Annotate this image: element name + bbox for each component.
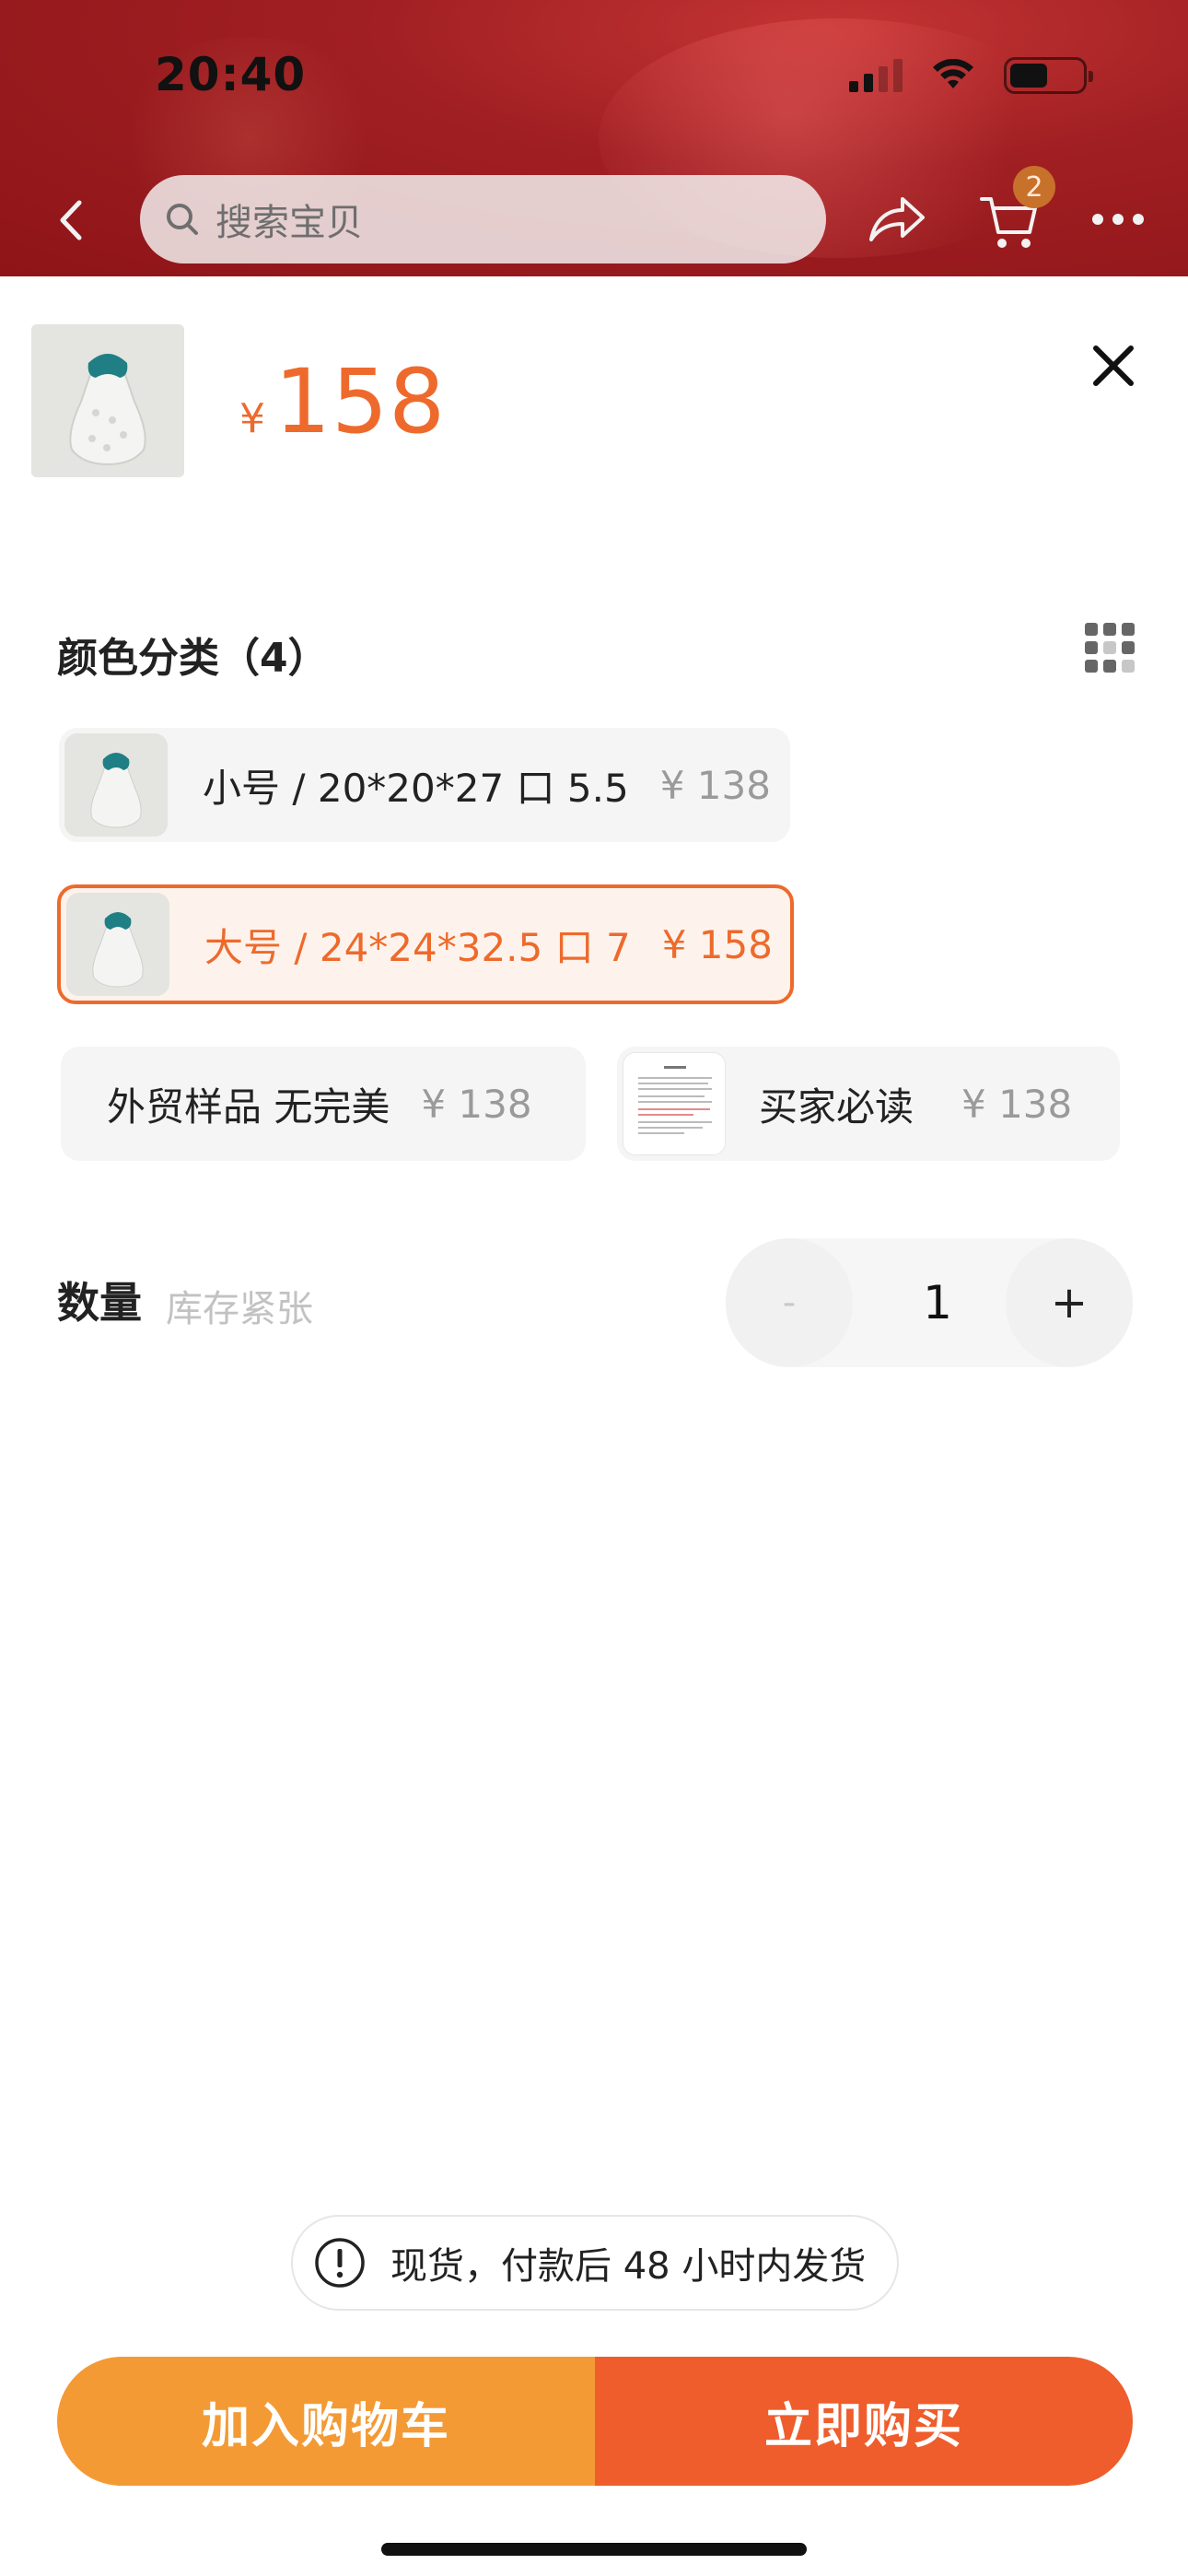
decrement-button[interactable]: - — [726, 1238, 853, 1367]
add-to-cart-button[interactable]: 加入购物车 — [57, 2357, 595, 2486]
action-buttons: 加入购物车 立即购买 — [57, 2357, 1133, 2486]
back-arrow-icon[interactable] — [53, 197, 90, 243]
sku-thumbnail — [66, 893, 169, 996]
quantity-label: 数量 — [57, 1278, 142, 1328]
currency-symbol: ¥ — [239, 395, 265, 442]
sku-option-small[interactable]: 小号 / 20*20*27 口 5.5 ¥ 138 — [59, 728, 790, 842]
vase-image — [31, 324, 184, 477]
grid-view-icon[interactable] — [1085, 623, 1135, 673]
sku-name: 大号 / 24*24*32.5 口 7 — [204, 924, 631, 970]
top-header: 20:40 搜索宝贝 2 — [0, 0, 1188, 276]
status-icons — [849, 57, 1093, 94]
alert-icon — [315, 2238, 365, 2288]
cart-count-badge: 2 — [1013, 166, 1055, 208]
quantity-stepper: - 1 + — [726, 1238, 1133, 1367]
price-value: 158 — [274, 350, 447, 453]
sku-option-sample[interactable]: 外贸样品 无完美 ¥ 138 — [61, 1047, 586, 1161]
sku-price: ¥ 158 — [661, 921, 773, 967]
buy-now-button[interactable]: 立即购买 — [595, 2357, 1133, 2486]
stock-hint: 库存紧张 — [166, 1288, 313, 1330]
sku-thumbnail — [64, 733, 168, 837]
search-bar[interactable]: 搜索宝贝 — [140, 175, 826, 263]
increment-button[interactable]: + — [1006, 1238, 1133, 1367]
quantity-value[interactable]: 1 — [901, 1238, 974, 1367]
sku-price: ¥ 138 — [421, 1081, 532, 1127]
search-placeholder: 搜索宝贝 — [215, 202, 363, 244]
sku-option-buyer-notice[interactable]: 买家必读 ¥ 138 — [617, 1047, 1120, 1161]
wifi-icon — [933, 59, 973, 88]
sku-name: 买家必读 — [759, 1083, 914, 1130]
sku-price: ¥ 138 — [659, 762, 771, 808]
close-icon[interactable] — [1089, 341, 1138, 391]
color-category-title: 颜色分类（4） — [57, 635, 329, 682]
sku-option-large[interactable]: 大号 / 24*24*32.5 口 7 ¥ 158 — [57, 884, 794, 1004]
sku-thumbnail — [623, 1052, 726, 1155]
battery-icon — [1004, 57, 1093, 94]
search-icon — [167, 204, 198, 235]
sku-selection-sheet: ¥ 158 颜色分类（4） 小号 / 20*20*27 口 5.5 ¥ 138 … — [0, 276, 1188, 2576]
sku-name: 小号 / 20*20*27 口 5.5 — [203, 765, 629, 811]
shipping-notice: 现货，付款后 48 小时内发货 — [291, 2215, 899, 2311]
nav-row: 搜索宝贝 2 — [0, 166, 1188, 267]
status-time: 20:40 — [155, 48, 307, 101]
sku-name: 外贸样品 无完美 — [107, 1083, 390, 1130]
current-price: ¥ 158 — [239, 350, 446, 453]
sku-price: ¥ 138 — [961, 1081, 1073, 1127]
product-thumbnail[interactable] — [31, 324, 184, 477]
home-indicator — [381, 2543, 807, 2556]
more-icon[interactable] — [1090, 212, 1146, 227]
share-icon[interactable] — [866, 193, 926, 245]
shipping-notice-text: 现货，付款后 48 小时内发货 — [390, 2245, 867, 2288]
cellular-signal-icon — [849, 59, 903, 92]
